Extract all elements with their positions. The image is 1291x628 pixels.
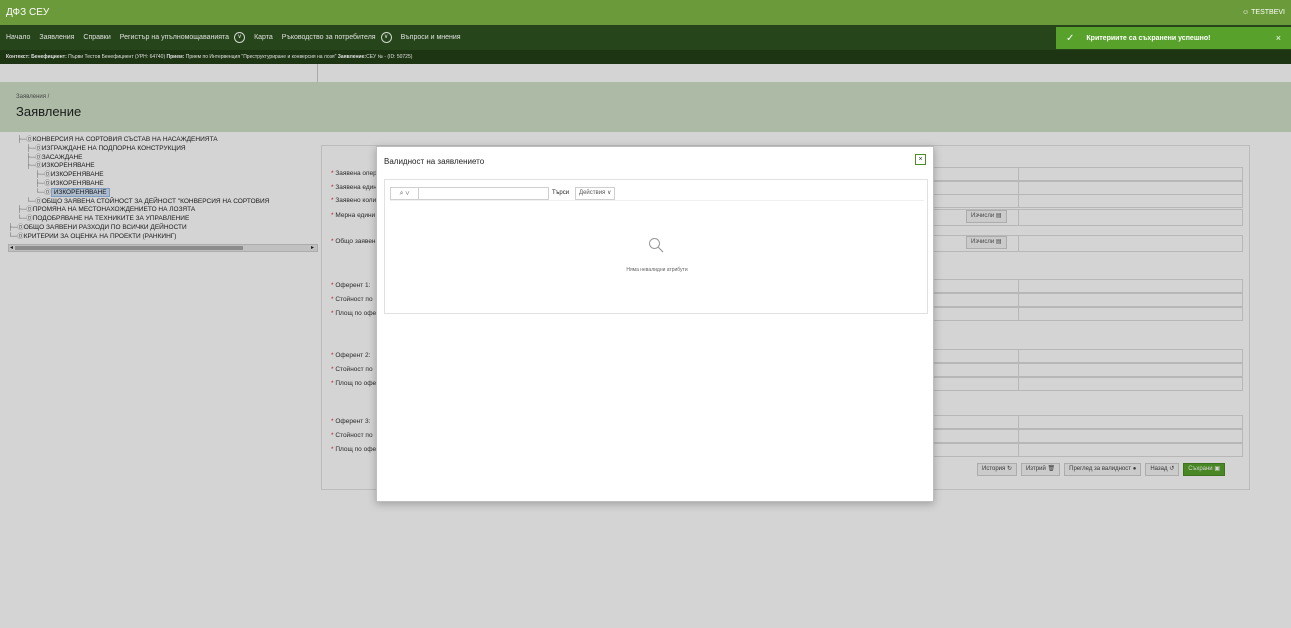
modal-close-button[interactable]: × (915, 154, 926, 165)
beneficiary-label: Бенефициент: (31, 54, 67, 60)
toast-message: Критериите са съхранени успешно! (1086, 34, 1211, 42)
success-toast: ✓ Критериите са съхранени успешно! × (1056, 27, 1291, 49)
user-menu[interactable]: ☺ TESTBEVI (1242, 9, 1285, 16)
chevron-down-icon[interactable]: ∨ (380, 32, 392, 43)
search-button[interactable]: Търси (549, 187, 572, 200)
empty-message: Няма невалидни атрибути (626, 267, 688, 273)
chevron-down-icon[interactable]: ∨ (234, 32, 246, 43)
nav-item-4[interactable]: Карта (254, 34, 273, 41)
nav-item-1[interactable]: Заявления (39, 34, 74, 41)
application-value: СЕУ № - (ID: 50725) (366, 54, 413, 60)
empty-search-icon (649, 238, 664, 253)
nav-item-0[interactable]: Начало (6, 34, 30, 41)
search-icon[interactable]: ⌕ ∨ (391, 188, 419, 199)
app-top-bar: ДФЗ СЕУ ☺ TESTBEVI (0, 0, 1291, 25)
context-bar: Контекст: Бенефициент: Първи Тестов Бене… (0, 50, 1291, 64)
toast-close-icon[interactable]: × (1276, 33, 1281, 43)
nav-item-2[interactable]: Справки (83, 34, 110, 41)
user-name: TESTBEVI (1251, 9, 1285, 16)
reception-value: Прием по Интервенция "Преструктуриране и… (185, 54, 337, 60)
check-icon: ✓ (1066, 32, 1075, 44)
chevron-down-icon: ∨ (606, 190, 612, 196)
beneficiary-value: Първи Тестов Бенефициент (УРН: 64740) (68, 54, 166, 60)
validity-modal: Валидност на заявлението × ⌕ ∨ Търси Дей… (376, 146, 934, 502)
context-label: Контекст: (6, 54, 30, 60)
search-input[interactable] (419, 188, 548, 199)
nav-item-5[interactable]: Ръководство за потребителя (282, 34, 376, 41)
actions-menu-button[interactable]: Действия ∨ (575, 187, 616, 200)
validity-grid: ⌕ ∨ Търси Действия ∨ Няма невалидни атри… (384, 179, 928, 314)
reception-label: Прием: (166, 54, 185, 60)
modal-title: Валидност на заявлението (384, 157, 485, 166)
nav-item-3[interactable]: Регистър на упълномощаванията (120, 34, 229, 41)
nav-item-6[interactable]: Въпроси и мнения (401, 34, 461, 41)
search-box: ⌕ ∨ (390, 187, 549, 200)
app-title: ДФЗ СЕУ (6, 7, 50, 18)
user-icon: ☺ (1242, 9, 1250, 16)
grid-toolbar: ⌕ ∨ Търси Действия ∨ (390, 185, 924, 201)
application-label: Заявление: (337, 54, 367, 60)
